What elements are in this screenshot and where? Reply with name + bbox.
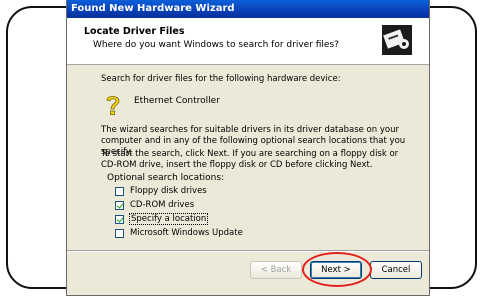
hardware-wizard-icon	[382, 25, 412, 55]
option-cdrom[interactable]: CD-ROM drives	[115, 199, 194, 211]
back-button[interactable]: < Back	[250, 261, 302, 279]
button-separator	[67, 250, 429, 252]
header-subtitle: Where do you want Windows to search for …	[93, 40, 339, 50]
option-label: Microsoft Windows Update	[130, 228, 243, 238]
option-label: CD-ROM drives	[130, 200, 195, 210]
optional-locations-label: Optional search locations:	[107, 173, 225, 183]
next-highlight-ring	[302, 252, 372, 287]
header-title: Locate Driver Files	[84, 26, 185, 37]
window-title: Found New Hardware Wizard	[67, 0, 429, 18]
option-windows-update[interactable]: Microsoft Windows Update	[115, 227, 243, 239]
device-name: Ethernet Controller	[134, 96, 220, 106]
device-question-icon	[106, 95, 120, 115]
windows-update-checkbox[interactable]	[115, 228, 124, 238]
option-label: Floppy disk drives	[130, 186, 207, 196]
cancel-button[interactable]: Cancel	[370, 261, 422, 279]
floppy-checkbox[interactable]	[115, 186, 124, 196]
wizard-window: Found New Hardware Wizard Locate Driver …	[66, 0, 430, 296]
wizard-header: Locate Driver Files Where do you want Wi…	[67, 18, 429, 65]
option-specify-location[interactable]: Specify a location	[115, 213, 209, 225]
option-floppy[interactable]: Floppy disk drives	[115, 185, 207, 197]
cdrom-checkbox[interactable]	[115, 200, 124, 210]
option-label: Specify a location	[128, 213, 209, 225]
specify-location-checkbox[interactable]	[115, 214, 124, 224]
paragraph-start-search: To start the search, click Next. If you …	[101, 149, 399, 170]
intro-text: Search for driver files for the followin…	[101, 74, 341, 84]
